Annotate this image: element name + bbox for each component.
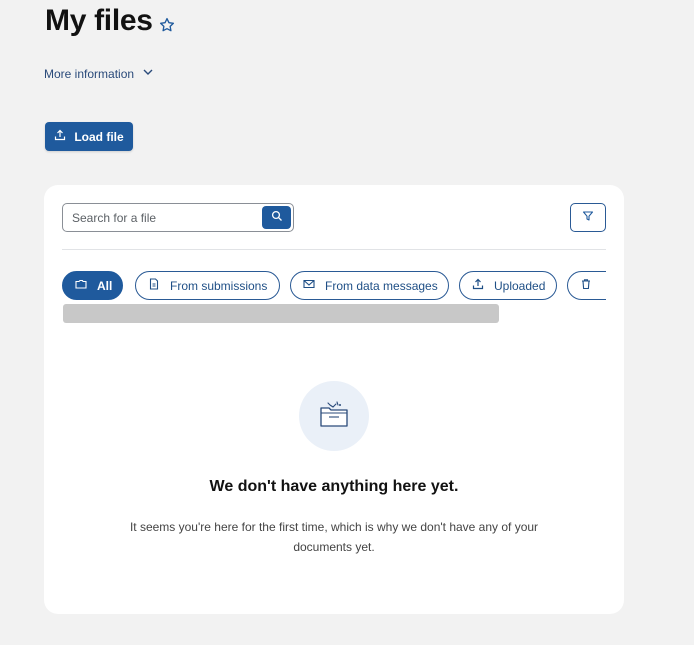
star-icon[interactable] (158, 16, 176, 34)
filter-icon (582, 209, 594, 227)
upload-icon (54, 129, 66, 144)
divider (62, 249, 606, 250)
chip-uploaded[interactable]: Uploaded (459, 271, 557, 300)
chip-label: From data messages (325, 278, 438, 293)
search-icon (271, 209, 283, 227)
search-placeholder: Search for a file (72, 211, 157, 225)
files-card: Search for a file All From submissions F… (44, 185, 624, 614)
empty-state-title: We don't have anything here yet. (209, 478, 459, 495)
more-information-label: More information (44, 66, 135, 81)
chevron-down-icon (142, 66, 154, 81)
chip-deleted[interactable] (567, 271, 606, 300)
chip-label: From submissions (170, 278, 268, 293)
load-file-label: Load file (74, 129, 124, 144)
folder-icon (75, 278, 87, 293)
chip-from-data-messages[interactable]: From data messages (290, 271, 449, 300)
empty-folder-icon (316, 396, 352, 437)
search-button[interactable] (262, 206, 291, 229)
search-input[interactable]: Search for a file (62, 203, 294, 232)
more-information-toggle[interactable]: More information (44, 66, 154, 81)
filter-button[interactable] (570, 203, 606, 232)
page-title: My files (45, 4, 153, 37)
chip-from-submissions[interactable]: From submissions (135, 271, 280, 300)
empty-state-illustration (299, 381, 369, 451)
upload-icon (472, 278, 484, 293)
empty-state-text: It seems you're here for the first time,… (129, 520, 539, 554)
filter-chips: All From submissions From data messages … (62, 269, 606, 303)
mail-icon (303, 278, 315, 293)
chip-all[interactable]: All (62, 271, 123, 300)
chip-label: All (97, 278, 113, 293)
load-file-button[interactable]: Load file (45, 122, 133, 151)
chips-scrollbar[interactable] (63, 304, 499, 323)
document-icon (148, 278, 160, 293)
chip-label: Uploaded (494, 278, 546, 293)
trash-icon (580, 278, 592, 293)
